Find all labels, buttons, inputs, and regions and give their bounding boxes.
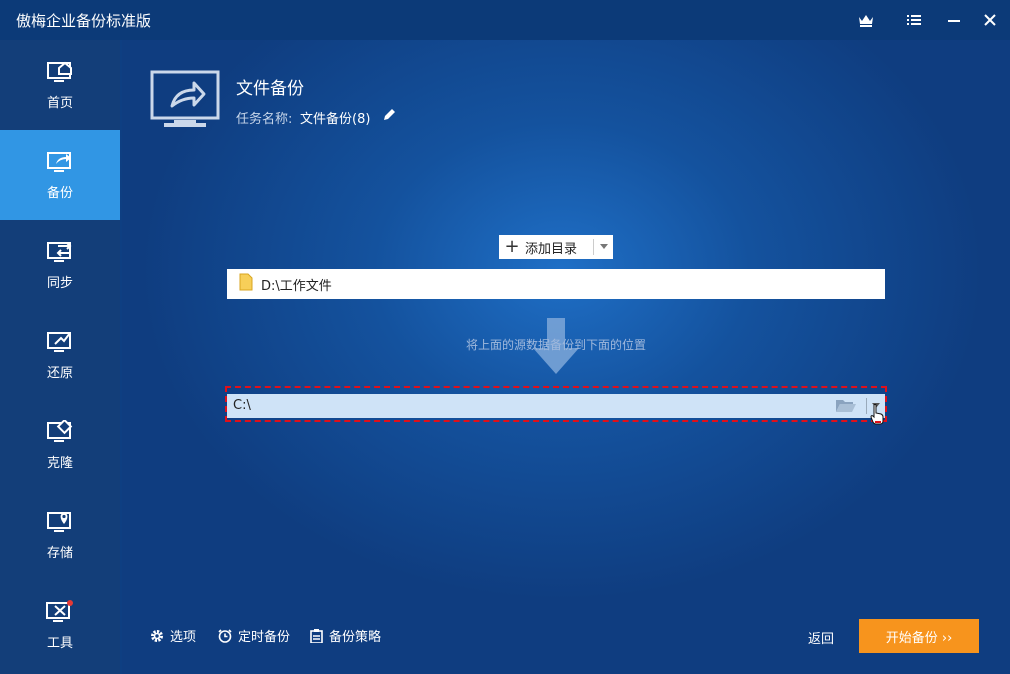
- schedule-label: 定时备份: [238, 630, 291, 645]
- restore-icon: [47, 331, 71, 352]
- add-directory-label: 添加目录: [525, 241, 578, 257]
- sync-icon: [47, 241, 72, 262]
- sidebar-item-label: 还原: [46, 365, 73, 381]
- tools-icon: [46, 599, 73, 622]
- folder-icon: [239, 273, 253, 295]
- app-window: 傲梅企业备份标准版 首页 备份 同步 还原 克隆 存储 工具 文件备份 任务名称…: [0, 0, 1010, 674]
- window-title: 傲梅企业备份标准版: [16, 12, 152, 30]
- add-directory-button[interactable]: + 添加目录: [499, 235, 613, 259]
- sidebar-item-label: 备份: [46, 185, 73, 201]
- sidebar-item-tools[interactable]: 工具: [0, 580, 120, 670]
- sidebar-item-label: 同步: [46, 275, 73, 291]
- sidebar-item-clone[interactable]: 克隆: [0, 400, 120, 490]
- start-backup-button[interactable]: 开始备份 ››: [859, 619, 979, 653]
- backup-scheme-button[interactable]: 备份策略: [310, 626, 381, 645]
- home-icon: [47, 61, 72, 82]
- backup-scheme-label: 备份策略: [329, 630, 382, 645]
- gear-icon: [150, 629, 164, 643]
- sidebar-item-label: 工具: [46, 635, 73, 651]
- title-bar: 傲梅企业备份标准版: [0, 0, 1010, 40]
- sidebar-item-label: 存储: [46, 545, 73, 561]
- chevron-down-icon[interactable]: [597, 235, 611, 259]
- back-link[interactable]: 返回: [808, 628, 834, 647]
- file-backup-icon: [150, 70, 222, 132]
- task-name-label: 任务名称:: [236, 112, 293, 127]
- plus-icon: +: [504, 236, 520, 257]
- schedule-button[interactable]: 定时备份: [218, 626, 290, 645]
- storage-icon: [47, 511, 71, 532]
- sidebar: 首页 备份 同步 还原 克隆 存储 工具: [0, 40, 120, 674]
- sidebar-item-sync[interactable]: 同步: [0, 220, 120, 310]
- destination-path: C:\: [233, 398, 251, 413]
- sidebar-item-backup[interactable]: 备份: [0, 130, 120, 220]
- sidebar-item-label: 克隆: [46, 455, 73, 471]
- backup-icon: [47, 151, 71, 172]
- sidebar-item-home[interactable]: 首页: [0, 40, 120, 130]
- task-name-value: 文件备份(8): [300, 112, 371, 127]
- hint-text: 将上面的源数据备份到下面的位置: [466, 338, 647, 352]
- sidebar-item-storage[interactable]: 存储: [0, 490, 120, 580]
- sidebar-item-label: 首页: [46, 95, 73, 111]
- sidebar-item-restore[interactable]: 还原: [0, 310, 120, 400]
- divider: [593, 239, 594, 255]
- main-panel: 文件备份 任务名称: 文件备份(8) + 添加目录 D:\工作文件 将上面的源数…: [122, 40, 1010, 674]
- clone-icon: [47, 419, 73, 442]
- pencil-icon[interactable]: [382, 107, 396, 126]
- close-icon[interactable]: [978, 8, 1002, 32]
- options-label: 选项: [170, 630, 197, 645]
- page-title: 文件备份: [236, 79, 304, 99]
- divider: [866, 398, 867, 414]
- crown-icon[interactable]: [854, 8, 878, 32]
- folder-open-icon[interactable]: [835, 397, 857, 417]
- source-path: D:\工作文件: [261, 278, 332, 294]
- options-button[interactable]: 选项: [150, 626, 196, 645]
- source-list-item[interactable]: D:\工作文件: [227, 269, 885, 299]
- clipboard-icon: [310, 628, 323, 643]
- minimize-icon[interactable]: [942, 8, 966, 32]
- menu-icon[interactable]: [902, 8, 926, 32]
- clock-icon: [218, 628, 232, 643]
- destination-input[interactable]: C:\: [227, 394, 885, 418]
- hand-cursor-icon: [870, 404, 884, 430]
